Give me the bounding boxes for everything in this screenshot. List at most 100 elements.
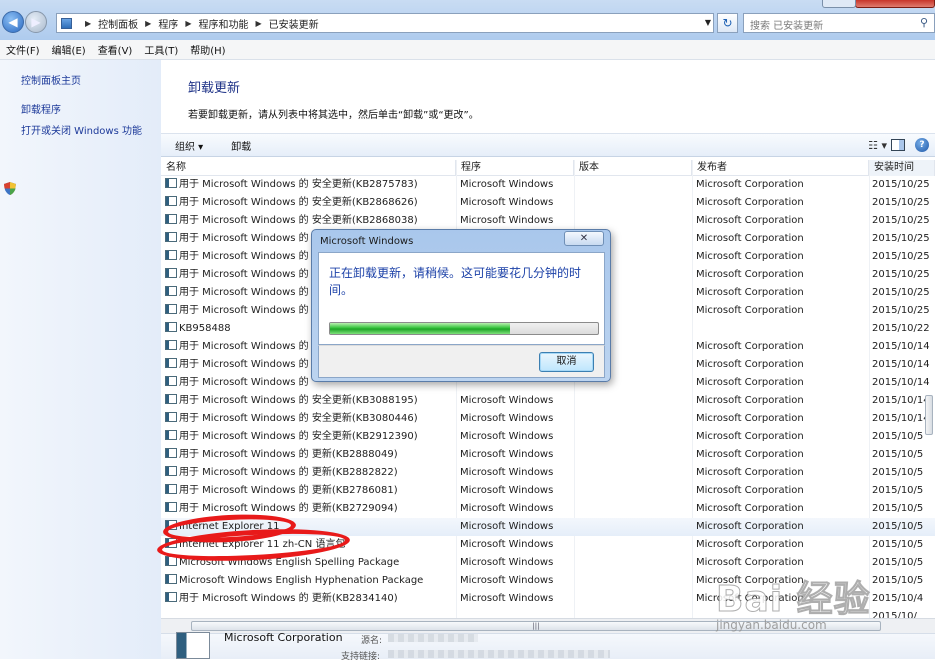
update-icon — [165, 340, 177, 350]
close-window-button[interactable] — [822, 0, 935, 8]
dialog-title: Microsoft Windows — [320, 236, 414, 247]
cancel-button[interactable]: 取消 — [539, 352, 594, 372]
table-row[interactable]: 用于 Microsoft Windows 的 安全更新(KB3088195) Mi… — [161, 392, 935, 410]
update-icon — [165, 178, 177, 188]
control-panel-home-link[interactable]: 控制面板主页 — [21, 72, 81, 87]
uninstall-progress-dialog: Microsoft Windows ✕ 正在卸载更新，请稍候。这可能要花几分钟的… — [311, 229, 611, 382]
update-name: 用于 Microsoft Windows 的 — [179, 305, 309, 316]
update-publisher: Microsoft Corporation — [696, 179, 804, 190]
update-program: Microsoft Windows — [460, 413, 554, 424]
refresh-button[interactable]: ↻ — [717, 13, 738, 33]
table-row[interactable]: 用于 Microsoft Windows 的 更新(KB2888049) Micr… — [161, 446, 935, 464]
breadcrumb-programs-features[interactable]: 程序和功能 — [198, 16, 248, 31]
table-row[interactable]: 用于 Microsoft Windows 的 安全更新(KB2868038) Mi… — [161, 212, 935, 230]
menu-edit[interactable]: 编辑(E) — [46, 42, 92, 57]
column-program[interactable]: 程序 — [456, 160, 574, 176]
update-name: 用于 Microsoft Windows 的 更新(KB2882822) — [179, 467, 398, 478]
details-support-label: 支持链接: — [341, 652, 381, 662]
update-icon — [165, 394, 177, 404]
update-publisher: Microsoft Corporation — [696, 413, 804, 424]
baidu-watermark-logo: Bai 经验 — [716, 579, 871, 621]
organize-button[interactable]: 组织 ▾ — [161, 138, 217, 153]
update-name: 用于 Microsoft Windows 的 更新(KB2888049) — [179, 449, 398, 460]
update-publisher: Microsoft Corporation — [696, 539, 804, 550]
uninstall-button[interactable]: 卸载 — [217, 138, 265, 153]
update-name: 用于 Microsoft Windows 的 — [179, 377, 309, 388]
breadcrumb-separator-icon: ▶ — [255, 18, 262, 28]
dialog-message: 正在卸载更新，请稍候。这可能要花几分钟的时间。 — [329, 266, 582, 297]
forward-button[interactable]: ▶ — [25, 11, 47, 33]
table-row[interactable]: 用于 Microsoft Windows 的 安全更新(KB2912390) Mi… — [161, 428, 935, 446]
update-icon — [165, 322, 177, 332]
update-name: 用于 Microsoft Windows 的 — [179, 287, 309, 298]
arrow-right-icon: ▶ — [31, 15, 41, 29]
instructions-text: 若要卸载更新，请从列表中将其选中，然后单击“卸载”或“更改”。 — [188, 110, 479, 121]
update-publisher: Microsoft Corporation — [696, 341, 804, 352]
dialog-footer: 取消 — [318, 345, 605, 378]
update-icon — [165, 304, 177, 314]
update-program: Microsoft Windows — [460, 395, 554, 406]
menu-tools[interactable]: 工具(T) — [138, 42, 184, 57]
update-icon — [165, 484, 177, 494]
preview-pane-icon[interactable] — [891, 139, 905, 151]
windows-features-link[interactable]: 打开或关闭 Windows 功能 — [21, 122, 142, 137]
update-installed-date: 2015/10/5 — [872, 503, 924, 514]
update-name: 用于 Microsoft Windows 的 安全更新(KB2868038) — [179, 215, 418, 226]
vertical-scroll-thumb[interactable] — [925, 395, 933, 435]
update-publisher: Microsoft Corporation — [696, 233, 804, 244]
column-headers: 名称 程序 版本 发布者 安装时间 — [161, 160, 935, 176]
update-name: 用于 Microsoft Windows 的 安全更新(KB2912390) — [179, 431, 418, 442]
update-program: Microsoft Windows — [460, 521, 554, 532]
breadcrumb-separator-icon: ▶ — [85, 18, 92, 28]
breadcrumb-installed-updates[interactable]: 已安装更新 — [269, 16, 319, 31]
breadcrumb-programs[interactable]: 程序 — [158, 16, 178, 31]
breadcrumb-control-panel[interactable]: 控制面板 — [98, 16, 138, 31]
column-version[interactable]: 版本 — [574, 160, 692, 176]
update-name: 用于 Microsoft Windows 的 安全更新(KB3088195) — [179, 395, 418, 406]
table-row[interactable]: 用于 Microsoft Windows 的 更新(KB2729094) Micr… — [161, 500, 935, 518]
update-program: Microsoft Windows — [460, 557, 554, 568]
table-row[interactable]: 用于 Microsoft Windows 的 安全更新(KB3080446) Mi… — [161, 410, 935, 428]
table-row[interactable]: 用于 Microsoft Windows 的 安全更新(KB2868626) Mi… — [161, 194, 935, 212]
update-name: 用于 Microsoft Windows 的 — [179, 341, 309, 352]
update-program: Microsoft Windows — [460, 503, 554, 514]
address-bar[interactable]: ▶ 控制面板 ▶ 程序 ▶ 程序和功能 ▶ 已安装更新 ▼ — [56, 13, 714, 33]
update-publisher: Microsoft Corporation — [696, 503, 804, 514]
update-installed-date: 2015/10/14 — [872, 359, 930, 370]
menu-view[interactable]: 查看(V) — [92, 42, 139, 57]
update-icon — [165, 574, 177, 584]
address-dropdown-icon[interactable]: ▼ — [705, 18, 711, 27]
dialog-close-button[interactable]: ✕ — [564, 231, 604, 246]
update-installed-date: 2015/10/25 — [872, 215, 930, 226]
update-name: KB958488 — [179, 323, 231, 334]
view-options-icon[interactable]: ☷ ▾ — [868, 139, 887, 152]
search-input[interactable]: 搜索 已安装更新 ⚲ — [743, 13, 935, 33]
update-program: Microsoft Windows — [460, 197, 554, 208]
refresh-icon: ↻ — [722, 16, 733, 30]
table-row[interactable]: 用于 Microsoft Windows 的 更新(KB2882822) Micr… — [161, 464, 935, 482]
column-publisher[interactable]: 发布者 — [692, 160, 869, 176]
table-row[interactable]: 用于 Microsoft Windows 的 安全更新(KB2875783) Mi… — [161, 176, 935, 194]
column-installed-on[interactable]: 安装时间 — [869, 160, 935, 176]
table-row[interactable]: 用于 Microsoft Windows 的 更新(KB2786081) Micr… — [161, 482, 935, 500]
menu-file[interactable]: 文件(F) — [0, 42, 46, 57]
uninstall-program-link[interactable]: 卸载程序 — [21, 101, 61, 116]
dialog-body: 正在卸载更新，请稍候。这可能要花几分钟的时间。 — [318, 252, 605, 345]
update-installed-date: 2015/10/5 — [872, 485, 924, 496]
update-icon — [165, 448, 177, 458]
update-installed-date: 2015/10/14 — [872, 377, 930, 388]
menu-help[interactable]: 帮助(H) — [184, 42, 231, 57]
help-icon[interactable]: ? — [915, 138, 929, 152]
update-program: Microsoft Windows — [460, 485, 554, 496]
update-icon — [176, 632, 210, 659]
column-name[interactable]: 名称 — [161, 160, 456, 176]
back-button[interactable]: ◀ — [2, 11, 24, 33]
update-icon — [165, 268, 177, 278]
update-installed-date: 2015/10/25 — [872, 305, 930, 316]
breadcrumb-separator-icon: ▶ — [185, 18, 192, 28]
update-program: Microsoft Windows — [460, 215, 554, 226]
redacted-value — [388, 650, 610, 658]
progress-bar — [329, 322, 599, 335]
update-installed-date: 2015/10/25 — [872, 287, 930, 298]
update-installed-date: 2015/10/5 — [872, 467, 924, 478]
